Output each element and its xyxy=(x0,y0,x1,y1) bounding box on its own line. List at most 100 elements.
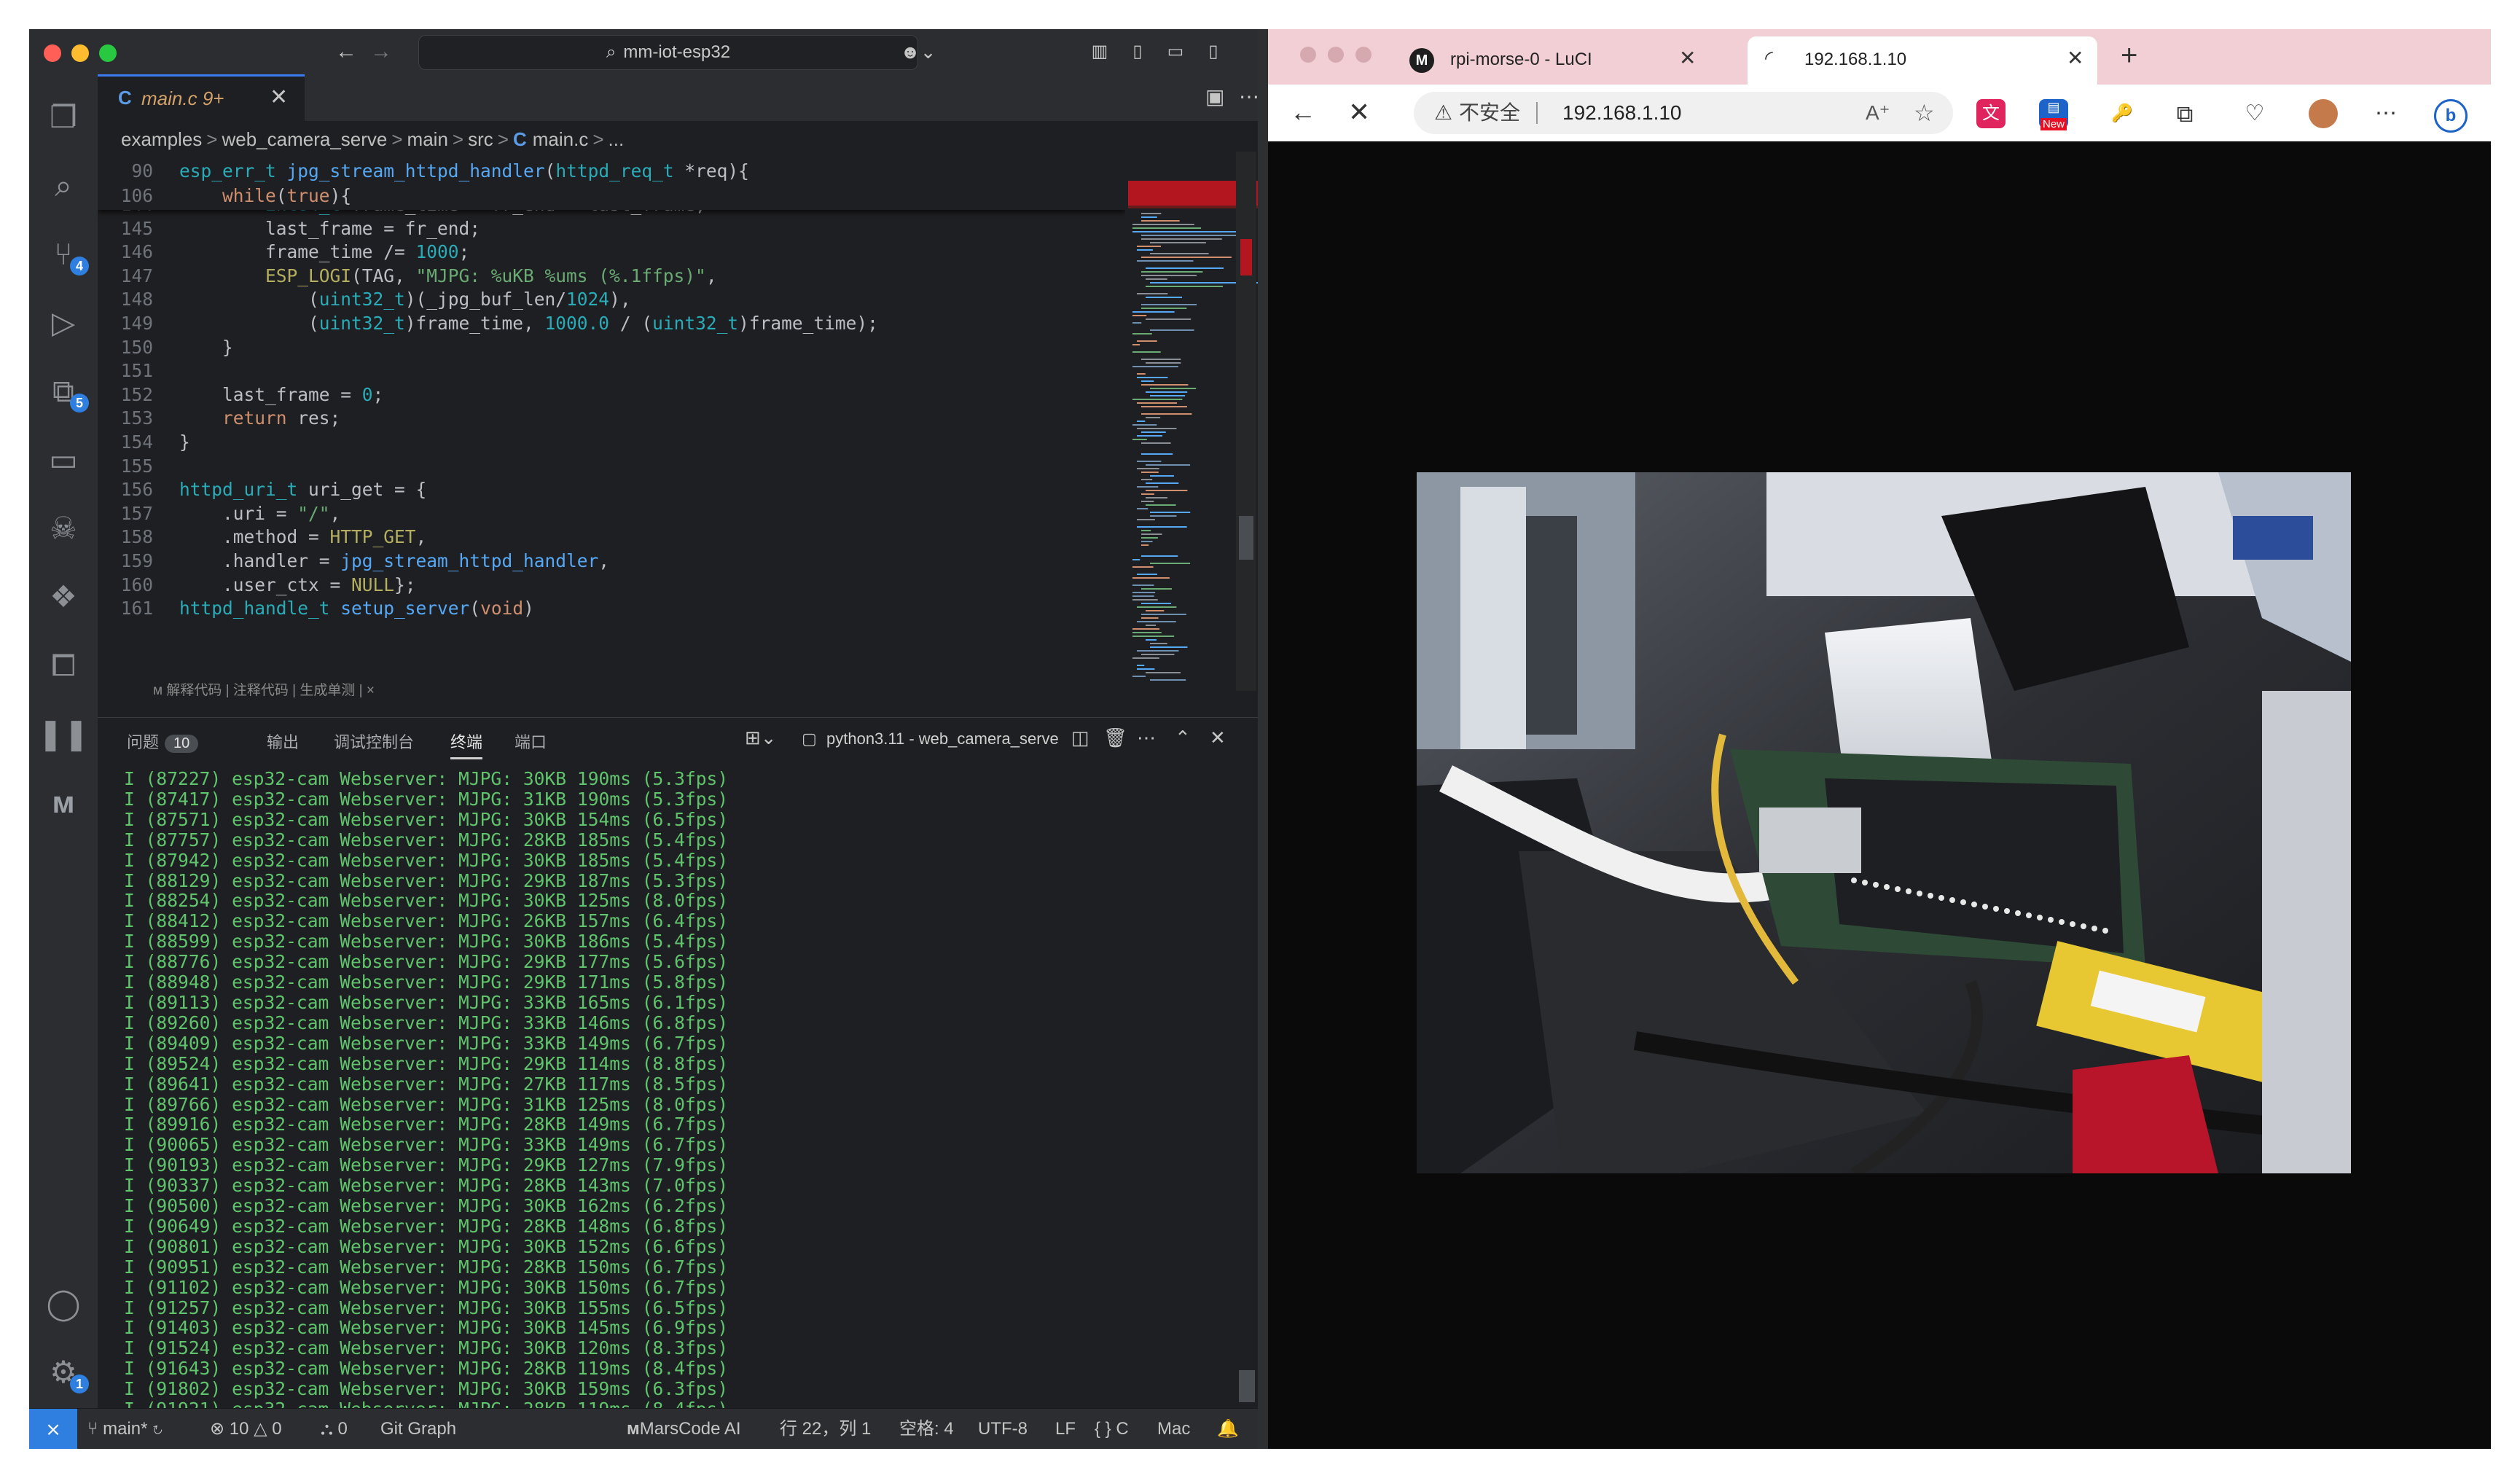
indentation[interactable]: 空格: 4 xyxy=(899,1409,954,1449)
maximize-panel-icon[interactable]: ⌃ xyxy=(1175,727,1191,749)
security-label[interactable]: 不安全 xyxy=(1459,92,1520,134)
read-aloud-icon[interactable]: A⁺ xyxy=(1866,92,1890,134)
breadcrumb-item[interactable]: examples xyxy=(121,128,202,150)
maximize-window-button[interactable] xyxy=(99,44,117,62)
tab-terminal[interactable]: 终端 xyxy=(450,730,483,759)
close-panel-icon[interactable]: ✕ xyxy=(1210,727,1226,749)
stop-loading-icon[interactable]: ✕ xyxy=(1348,95,1370,130)
bing-copilot-icon[interactable]: b xyxy=(2434,99,2468,133)
news-extension-icon[interactable]: ▤ New xyxy=(2039,99,2068,130)
toggle-secondary-sidebar-icon[interactable]: ▯ xyxy=(1198,36,1229,67)
minimize-window-button[interactable] xyxy=(71,44,89,62)
header-pin xyxy=(2091,926,2097,931)
copilot-icon[interactable]: ☻⌄ xyxy=(896,36,940,67)
terminal-name[interactable]: python3.11 - web_camera_serve xyxy=(826,730,1059,748)
search-icon: ⌕ xyxy=(606,42,617,62)
address-bar[interactable]: ⚠ 不安全 192.168.1.10 A⁺ ☆ xyxy=(1414,92,1953,134)
breadcrumb-item[interactable]: main xyxy=(407,128,448,150)
back-arrow-icon[interactable]: ← xyxy=(1290,95,1316,130)
tab-problems[interactable]: 问题 10 xyxy=(127,730,199,753)
browser-toolbar: ← ✕ ⚠ 不安全 192.168.1.10 A⁺ ☆ 文 ▤ New 🔑 ⧉ ♡… xyxy=(1268,85,2491,142)
remote-indicator-icon[interactable]: ⨯ xyxy=(29,1409,77,1449)
close-tab-icon[interactable]: ✕ xyxy=(2067,46,2083,70)
customize-layout-icon[interactable]: ▥ xyxy=(1084,36,1115,67)
run-debug-icon[interactable]: ▷ xyxy=(29,297,98,348)
cursor-position[interactable]: 行 22，列 1 xyxy=(780,1409,871,1449)
breadcrumb-item[interactable]: src xyxy=(468,128,493,150)
terminal-scroll-thumb[interactable] xyxy=(1239,1370,1255,1402)
profile-avatar[interactable] xyxy=(2309,99,2338,128)
python-icon[interactable]: ❖ xyxy=(29,571,98,622)
language-mode[interactable]: { } C xyxy=(1095,1409,1129,1449)
sticky-scroll[interactable]: 90 esp_err_t jpg_stream_httpd_handler(ht… xyxy=(98,159,1125,210)
problems-indicator[interactable]: ⊗ 10 △ 0 xyxy=(210,1409,282,1449)
back-arrow-icon[interactable]: ← xyxy=(331,36,361,67)
ports-indicator[interactable]: ⛬ 0 xyxy=(321,1409,348,1449)
trash-icon[interactable]: 🗑 xyxy=(1103,727,1127,749)
separator xyxy=(1536,102,1538,124)
breadcrumb-item[interactable]: ... xyxy=(609,128,625,150)
marscode-status[interactable]: ᴍMarsCode AI xyxy=(627,1409,741,1449)
git-graph-icon[interactable]: ⧠ xyxy=(29,640,98,691)
minimap-line xyxy=(1137,421,1146,422)
browser-essentials-icon[interactable]: ♡ xyxy=(2240,99,2269,128)
more-actions-icon[interactable]: ⋯ xyxy=(1239,85,1259,109)
minimize-window-button[interactable] xyxy=(1328,47,1344,63)
branch-indicator[interactable]: ⑂ main* ↻ xyxy=(87,1409,163,1449)
workspace-name: mm-iot-esp32 xyxy=(623,42,731,62)
tab-main-c[interactable]: C main.c 9+ ✕ xyxy=(98,74,305,121)
remote-explorer-icon[interactable]: ▭ xyxy=(29,434,98,485)
encoding[interactable]: UTF-8 xyxy=(978,1409,1028,1449)
tab-debug-console[interactable]: 调试控制台 xyxy=(334,730,414,753)
scroll-thumb[interactable] xyxy=(1239,516,1253,560)
line-number: 158 xyxy=(120,526,153,548)
line-ending[interactable]: LF xyxy=(1055,1409,1076,1449)
more-menu-icon[interactable]: ⋯ xyxy=(2371,99,2400,128)
settings-gear-icon[interactable]: ⚙ 1 xyxy=(29,1347,98,1398)
codelens-actions[interactable]: ᴍ 解释代码 | 注释代码 | 生成单测 | × xyxy=(153,679,375,699)
tab-output[interactable]: 输出 xyxy=(267,730,299,753)
platform[interactable]: Mac xyxy=(1157,1409,1190,1449)
breadcrumb-item[interactable]: main.c xyxy=(533,128,589,150)
code-editor[interactable]: 90 esp_err_t jpg_stream_httpd_handler(ht… xyxy=(98,159,1125,717)
terminal-output[interactable]: I (87227) esp32-cam Webserver: MJPG: 30K… xyxy=(124,769,1224,1440)
line-number: 156 xyxy=(120,479,153,501)
new-terminal-dropdown-icon[interactable]: ⊞⌄ xyxy=(745,727,777,749)
close-window-button[interactable] xyxy=(44,44,61,62)
pause-icon[interactable]: ❚❚ xyxy=(29,708,98,759)
extensions-puzzle-icon[interactable]: ⧉ xyxy=(2170,99,2199,128)
browser-tab-active[interactable]: ◜ 192.168.1.10 ✕ xyxy=(1748,36,2097,85)
split-terminal-icon[interactable]: ◫ xyxy=(1071,727,1089,749)
warning-icon[interactable]: ⚠ xyxy=(1434,92,1452,134)
minimap-line xyxy=(1132,333,1152,335)
forward-arrow-icon[interactable]: → xyxy=(366,36,396,67)
breadcrumb-item[interactable]: web_camera_serve xyxy=(222,128,387,150)
toggle-sidebar-icon[interactable]: ▯ xyxy=(1122,36,1153,67)
search-icon[interactable]: ⌕ xyxy=(29,160,98,211)
marscode-icon[interactable]: ᴍ xyxy=(29,777,98,828)
browser-tab-luci[interactable]: M rpi-morse-0 - LuCI ✕ xyxy=(1393,36,1707,85)
close-tab-icon[interactable]: ✕ xyxy=(270,85,288,110)
maximize-window-button[interactable] xyxy=(1355,47,1371,63)
favorite-star-icon[interactable]: ☆ xyxy=(1914,92,1935,134)
source-control-icon[interactable]: ⑂ 4 xyxy=(29,229,98,280)
new-tab-button[interactable]: + xyxy=(2121,39,2137,72)
notifications-bell-icon[interactable]: 🔔 xyxy=(1217,1409,1239,1449)
tab-ports[interactable]: 端口 xyxy=(514,730,547,753)
git-graph-status[interactable]: Git Graph xyxy=(380,1409,456,1449)
alien-icon[interactable]: ☠ xyxy=(29,503,98,554)
close-tab-icon[interactable]: ✕ xyxy=(1679,46,1696,70)
terminal-line: I (89409) esp32-cam Webserver: MJPG: 33K… xyxy=(124,1032,729,1054)
more-actions-icon[interactable]: ⋯ xyxy=(1137,727,1156,749)
explorer-icon[interactable]: ❐ xyxy=(29,92,98,143)
extensions-icon[interactable]: ⧉ 5 xyxy=(29,366,98,417)
translate-extension-icon[interactable]: 文 xyxy=(1976,99,2006,128)
toggle-panel-icon[interactable]: ▭ xyxy=(1160,36,1191,67)
url-text[interactable]: 192.168.1.10 xyxy=(1562,92,1682,134)
account-icon[interactable]: ◯ xyxy=(29,1278,98,1329)
command-center-search[interactable]: ⌕ mm-iot-esp32 xyxy=(418,35,918,70)
split-editor-icon[interactable]: ▣ xyxy=(1205,85,1224,109)
close-window-button[interactable] xyxy=(1300,47,1316,63)
key-extension-icon[interactable]: 🔑 xyxy=(2108,99,2137,128)
editor-scrollbar[interactable] xyxy=(1236,152,1256,691)
